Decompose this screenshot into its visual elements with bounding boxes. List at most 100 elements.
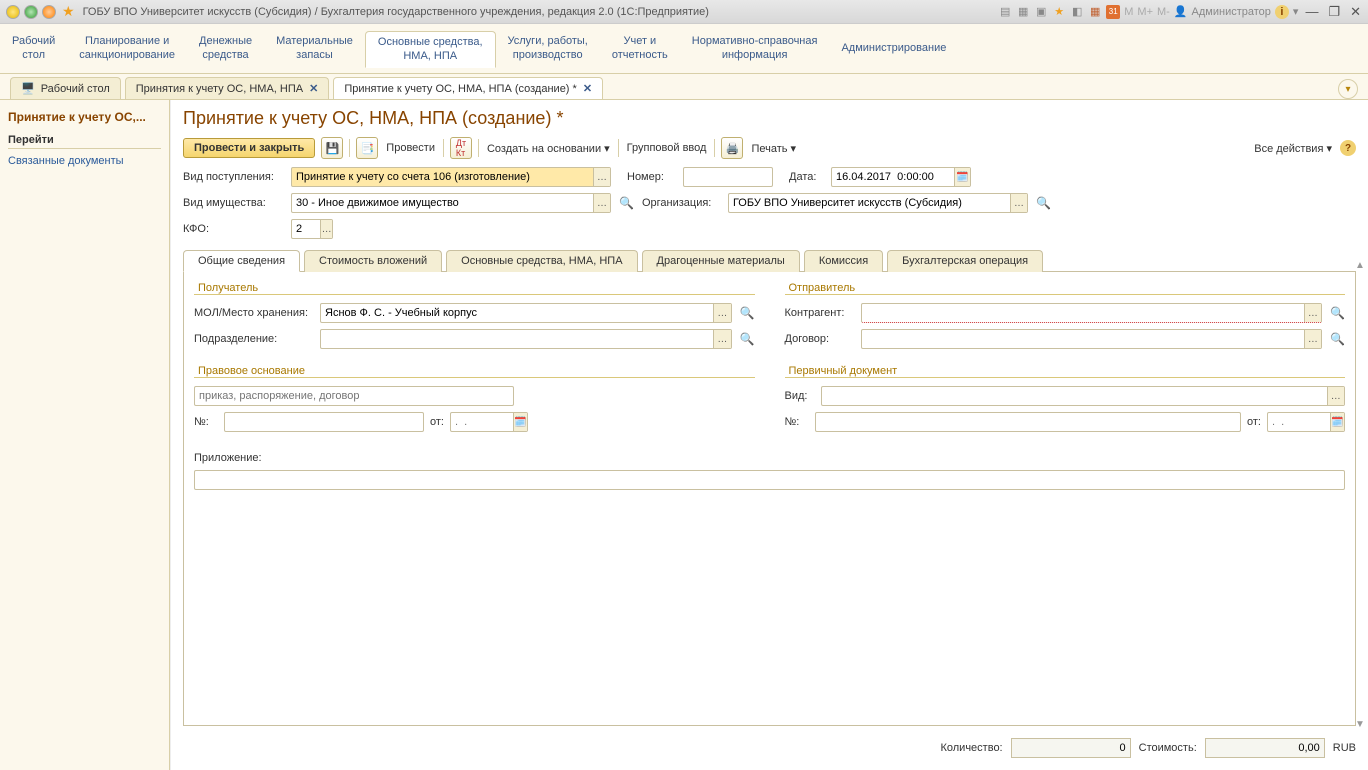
maximize-icon[interactable]: ❐ <box>1325 4 1343 20</box>
select-icon[interactable]: … <box>1304 304 1321 322</box>
doc-date-field[interactable]: 🗓️ <box>1267 412 1345 432</box>
save-icon[interactable]: 💾 <box>321 137 343 159</box>
all-actions-button[interactable]: Все действия ▾ <box>1252 142 1334 155</box>
tab-metals[interactable]: Драгоценные материалы <box>642 250 800 272</box>
section-planning[interactable]: Планирование и санкционирование <box>67 31 187 65</box>
doc-no-input[interactable] <box>816 413 1241 431</box>
magnifier-icon[interactable]: 🔍 <box>1036 196 1051 210</box>
magnifier-icon[interactable]: 🔍 <box>619 196 634 210</box>
select-icon[interactable]: … <box>1327 387 1344 405</box>
magnifier-icon[interactable]: 🔍 <box>1330 332 1345 346</box>
calendar31-icon[interactable]: 31 <box>1106 5 1120 19</box>
favorite-icon[interactable]: ★ <box>62 3 75 20</box>
counterparty-field[interactable]: … <box>861 303 1323 323</box>
back-icon[interactable] <box>24 5 38 19</box>
post-button[interactable]: Провести <box>384 142 437 154</box>
number-field[interactable] <box>683 167 773 187</box>
calendar-icon[interactable]: 🗓️ <box>513 413 527 431</box>
legal-date-input[interactable] <box>451 413 513 431</box>
legal-no-field[interactable] <box>224 412 424 432</box>
dept-input[interactable] <box>321 330 713 348</box>
tab-cost[interactable]: Стоимость вложений <box>304 250 442 272</box>
post-icon[interactable]: 📑 <box>356 137 378 159</box>
select-icon[interactable]: … <box>593 168 610 186</box>
section-reference[interactable]: Нормативно-справочная информация <box>680 31 830 65</box>
dept-field[interactable]: … <box>320 329 732 349</box>
section-services[interactable]: Услуги, работы, производство <box>496 31 600 65</box>
user-label[interactable]: Администратор <box>1192 6 1271 18</box>
legal-no-input[interactable] <box>225 413 423 431</box>
close-icon[interactable]: ✕ <box>583 82 592 95</box>
mminus-icon[interactable]: M- <box>1157 6 1170 18</box>
organization-field[interactable]: … <box>728 193 1028 213</box>
select-icon[interactable]: … <box>713 330 730 348</box>
tab-accounting-op[interactable]: Бухгалтерская операция <box>887 250 1043 272</box>
contract-input[interactable] <box>862 330 1304 348</box>
sidebar-link-related[interactable]: Связанные документы <box>8 153 161 169</box>
section-admin[interactable]: Администрирование <box>829 38 958 59</box>
contract-field[interactable]: … <box>861 329 1323 349</box>
kfo-input[interactable] <box>292 220 320 238</box>
organization-input[interactable] <box>729 194 1010 212</box>
legal-basis-input[interactable] <box>195 387 513 405</box>
toolbar-icon[interactable]: ◧ <box>1070 5 1084 19</box>
property-kind-field[interactable]: … <box>291 193 611 213</box>
doc-kind-input[interactable] <box>822 387 1327 405</box>
counterparty-input[interactable] <box>862 304 1304 322</box>
forward-icon[interactable] <box>42 5 56 19</box>
magnifier-icon[interactable]: 🔍 <box>1330 306 1345 320</box>
section-desktop[interactable]: Рабочий стол <box>0 31 67 65</box>
print-icon[interactable]: 🖨️ <box>721 137 743 159</box>
tab-commission[interactable]: Комиссия <box>804 250 883 272</box>
wtab-dropdown[interactable]: ▾ <box>1338 79 1358 99</box>
section-money[interactable]: Денежные средства <box>187 31 264 65</box>
date-input[interactable] <box>832 168 954 186</box>
legal-basis-field[interactable] <box>194 386 514 406</box>
doc-no-field[interactable] <box>815 412 1242 432</box>
minimize-icon[interactable]: — <box>1302 4 1321 19</box>
property-kind-input[interactable] <box>292 194 593 212</box>
toolbar-icon[interactable]: ▤ <box>998 5 1012 19</box>
select-icon[interactable]: … <box>593 194 610 212</box>
m-icon[interactable]: M <box>1124 6 1133 18</box>
calendar-icon[interactable]: 🗓️ <box>1330 413 1344 431</box>
doc-kind-field[interactable]: … <box>821 386 1346 406</box>
select-icon[interactable]: … <box>1304 330 1321 348</box>
number-input[interactable] <box>684 168 772 186</box>
dtкt-icon[interactable]: ДтКт <box>450 137 472 159</box>
scroll-up-icon[interactable]: ▲ <box>1355 260 1365 271</box>
mplus-icon[interactable]: M+ <box>1137 6 1153 18</box>
post-and-close-button[interactable]: Провести и закрыть <box>183 138 315 158</box>
select-icon[interactable]: … <box>1010 194 1027 212</box>
section-reporting[interactable]: Учет и отчетность <box>600 31 680 65</box>
kfo-field[interactable]: … <box>291 219 333 239</box>
dropdown-icon[interactable]: ▾ <box>1293 5 1299 18</box>
magnifier-icon[interactable]: 🔍 <box>740 332 755 346</box>
select-icon[interactable]: … <box>320 220 332 238</box>
group-input-button[interactable]: Групповой ввод <box>625 142 709 154</box>
scroll-down-icon[interactable]: ▼ <box>1355 719 1365 730</box>
close-icon[interactable]: ✕ <box>309 82 318 95</box>
close-icon[interactable]: ✕ <box>1347 4 1364 20</box>
help-icon[interactable]: ? <box>1340 140 1356 156</box>
calendar-icon[interactable]: ▦ <box>1088 5 1102 19</box>
calendar-icon[interactable]: 🗓️ <box>954 168 970 186</box>
receipt-kind-input[interactable] <box>292 168 593 186</box>
select-icon[interactable]: … <box>713 304 730 322</box>
magnifier-icon[interactable]: 🔍 <box>740 306 755 320</box>
wtab-list[interactable]: Принятия к учету ОС, НМА, НПА ✕ <box>125 77 330 99</box>
wtab-doc[interactable]: Принятие к учету ОС, НМА, НПА (создание)… <box>333 77 603 99</box>
star-icon[interactable]: ★ <box>1052 5 1066 19</box>
legal-date-field[interactable]: 🗓️ <box>450 412 528 432</box>
info-icon[interactable]: i <box>1275 5 1289 19</box>
toolbar-icon[interactable]: ▣ <box>1034 5 1048 19</box>
tab-assets[interactable]: Основные средства, НМА, НПА <box>446 250 637 272</box>
date-field[interactable]: 🗓️ <box>831 167 971 187</box>
mol-input[interactable] <box>321 304 713 322</box>
section-materials[interactable]: Материальные запасы <box>264 31 365 65</box>
doc-date-input[interactable] <box>1268 413 1330 431</box>
toolbar-icon[interactable]: ▦ <box>1016 5 1030 19</box>
create-based-button[interactable]: Создать на основании ▾ <box>485 142 612 155</box>
receipt-kind-field[interactable]: … <box>291 167 611 187</box>
scrollbar[interactable]: ▲ ▼ <box>1354 260 1366 730</box>
